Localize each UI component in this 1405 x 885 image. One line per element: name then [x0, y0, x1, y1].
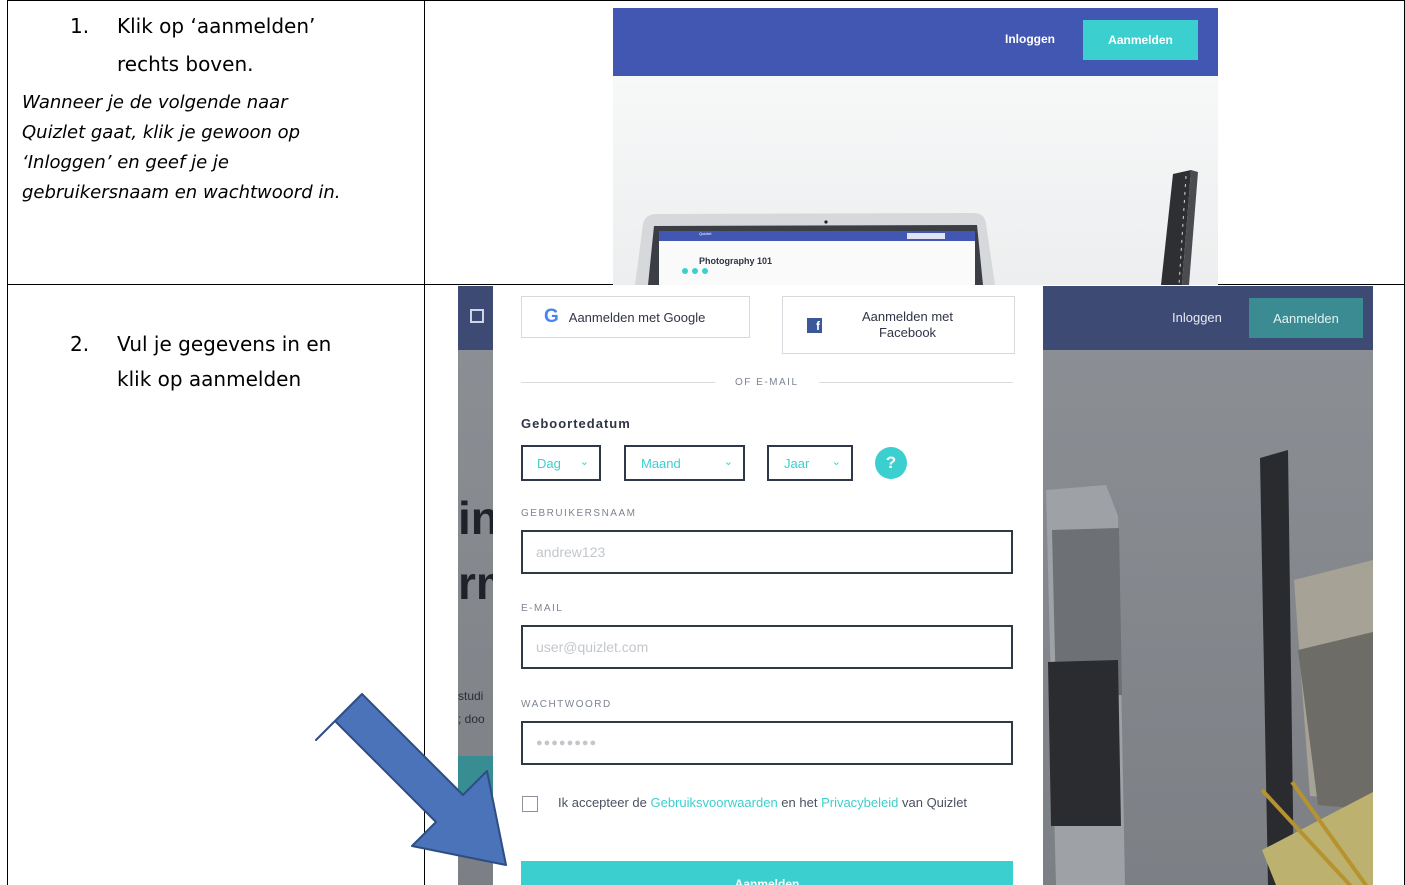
step2-line2: klik op aanmelden: [117, 367, 302, 391]
divider-text: OF E-MAIL: [735, 377, 799, 388]
terms-of-use-link[interactable]: Gebruiksvoorwaarden: [651, 795, 778, 810]
day-select[interactable]: Dag ⌄: [521, 445, 601, 481]
hero-image: [613, 76, 1218, 285]
terms-suffix: van Quizlet: [898, 795, 968, 810]
username-field[interactable]: andrew123: [521, 530, 1013, 574]
birthdate-label: Geboortedatum: [521, 416, 631, 431]
document-table: 1. Klik op ‘aanmelden’ rechts boven. Wan…: [0, 0, 1405, 885]
step1-note-line4: gebruikersnaam en wachtwoord in.: [22, 182, 341, 203]
chevron-down-icon: ⌄: [723, 456, 733, 468]
step1-note-line1: Wanneer je de volgende naar: [22, 92, 288, 113]
screenshot-quizlet-homepage: Inloggen Aanmelden Quizlet Photography 1…: [613, 8, 1218, 285]
day-select-value: Dag: [537, 455, 561, 471]
screenshot-quizlet-signup: Inloggen Aanmelden in rm studi ; doo G A…: [458, 286, 1373, 885]
submit-signup-button[interactable]: Aanmelden: [521, 861, 1013, 885]
step2-line1: Vul je gegevens in en: [117, 332, 332, 356]
terms-middle: en het: [777, 795, 822, 810]
step1-note-line2: Quizlet gaat, klik je gewoon op: [22, 122, 301, 143]
step1-line1: Klik op ‘aanmelden’: [117, 14, 316, 38]
step1-note-line3: ‘Inloggen’ en geef je je: [22, 152, 229, 173]
privacy-policy-link[interactable]: Privacybeleid: [821, 795, 898, 810]
table-border-left: [7, 0, 8, 885]
quizlet-navbar: Inloggen Aanmelden: [613, 8, 1218, 76]
table-border-top: [7, 0, 1405, 1]
email-label: E-MAIL: [521, 603, 564, 614]
terms-prefix: Ik accepteer de: [558, 795, 651, 810]
year-select[interactable]: Jaar ⌄: [767, 445, 853, 481]
email-field[interactable]: user@quizlet.com: [521, 625, 1013, 669]
step2-number: 2.: [70, 332, 90, 356]
login-link-dimmed[interactable]: Inloggen: [1172, 310, 1222, 325]
username-label: GEBRUIKERSNAAM: [521, 508, 637, 519]
signup-button[interactable]: Aanmelden: [1083, 20, 1198, 60]
chevron-down-icon: ⌄: [831, 456, 841, 468]
laptop-brand-label: Quizlet: [699, 231, 712, 236]
divider-right: [819, 382, 1013, 383]
signup-button-dimmed[interactable]: Aanmelden: [1249, 298, 1363, 338]
create-set-icon: [470, 309, 484, 323]
google-signup-button[interactable]: G Aanmelden met Google: [521, 296, 750, 338]
facebook-label-line1: Aanmelden met: [861, 309, 954, 324]
chevron-down-icon: ⌄: [579, 456, 589, 468]
year-select-value: Jaar: [784, 455, 810, 471]
annotation-arrow-icon: [315, 693, 507, 866]
month-select-value: Maand: [641, 455, 681, 471]
step1-number: 1.: [70, 14, 90, 38]
step1-line2: rechts boven.: [117, 52, 254, 76]
divider-left: [521, 382, 715, 383]
month-select[interactable]: Maand ⌄: [624, 445, 745, 481]
login-link[interactable]: Inloggen: [1005, 32, 1055, 46]
google-icon: G: [544, 306, 559, 327]
signup-modal: G Aanmelden met Google f Aanmelden met F…: [493, 286, 1043, 885]
google-button-label: Aanmelden met Google: [568, 309, 706, 325]
facebook-signup-button[interactable]: f Aanmelden met Facebook: [782, 296, 1015, 354]
desk-laptop-illustration: [635, 170, 1198, 285]
help-icon[interactable]: ?: [875, 447, 907, 479]
laptop-set-title: Photography 101: [699, 256, 773, 266]
password-field[interactable]: ●●●●●●●●: [521, 721, 1013, 765]
submit-label: Aanmelden: [734, 877, 800, 885]
facebook-label-line2: Facebook: [878, 325, 937, 340]
terms-text: Ik accepteer de Gebruiksvoorwaarden en h…: [558, 791, 998, 814]
